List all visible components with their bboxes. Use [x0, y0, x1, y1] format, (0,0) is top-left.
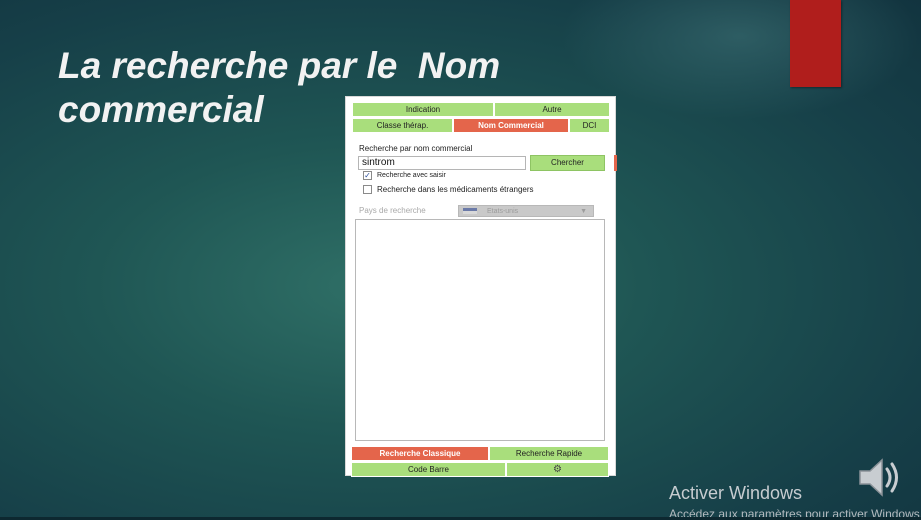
check-auto-label: Recherche avec saisir — [377, 172, 446, 179]
search-button[interactable]: Chercher — [530, 155, 605, 171]
tab-autre[interactable]: Autre — [494, 102, 610, 117]
red-accent-tab — [790, 0, 841, 87]
activation-watermark-title: Activer Windows — [669, 483, 803, 503]
tab-nom-commercial[interactable]: Nom Commercial — [453, 118, 569, 133]
chevron-down-icon: ▼ — [580, 207, 587, 215]
search-input[interactable]: sintrom — [358, 156, 526, 170]
results-list[interactable] — [355, 219, 605, 441]
settings-button[interactable]: ⚙ — [506, 462, 609, 477]
code-barre-button[interactable]: Code Barre — [351, 462, 506, 477]
bottom-action-row: Code Barre ⚙ — [351, 462, 609, 477]
check-foreign-label: Recherche dans les médicaments étrangers — [377, 185, 534, 194]
checkbox-icon[interactable]: ✓ — [363, 171, 372, 180]
top-tab-row: Indication Autre — [352, 102, 610, 117]
tab-recherche-rapide[interactable]: Recherche Rapide — [489, 446, 609, 461]
tab-classe-therap[interactable]: Classe thérap. — [352, 118, 453, 133]
tab-recherche-classique[interactable]: Recherche Classique — [351, 446, 489, 461]
bottom-tab-row: Recherche Classique Recherche Rapide — [351, 446, 609, 461]
pays-value: Etats-unis — [487, 207, 519, 215]
gear-icon: ⚙ — [553, 464, 562, 475]
pays-label: Pays de recherche — [359, 206, 426, 215]
speaker-icon[interactable] — [856, 455, 906, 500]
search-panel: Indication Autre Classe thérap. Nom Comm… — [345, 96, 617, 477]
main-tab-row: Classe thérap. Nom Commercial DCI — [352, 118, 610, 133]
tab-dci[interactable]: DCI — [569, 118, 610, 133]
check-auto-row[interactable]: ✓ Recherche avec saisir — [363, 171, 446, 180]
flag-icon — [463, 208, 477, 214]
pays-select[interactable]: Etats-unis ▼ — [458, 205, 594, 217]
checkbox-icon[interactable] — [363, 185, 372, 194]
tab-indication[interactable]: Indication — [352, 102, 494, 117]
check-foreign-row[interactable]: Recherche dans les médicaments étrangers — [363, 185, 534, 194]
panel-edge-marker — [614, 155, 617, 171]
search-label: Recherche par nom commercial — [359, 144, 473, 153]
